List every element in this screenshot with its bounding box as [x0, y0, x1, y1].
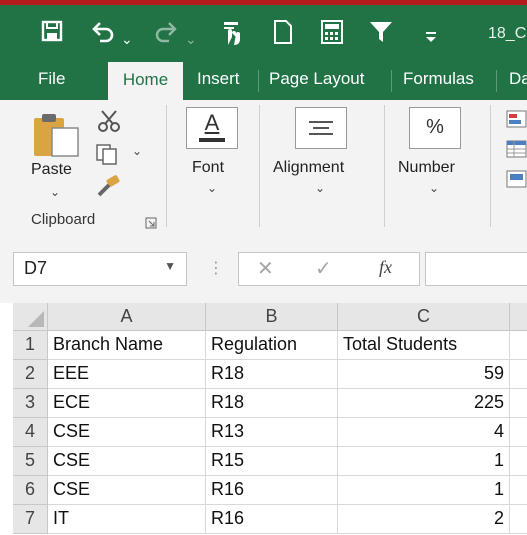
formula-input[interactable] [425, 252, 527, 286]
cell-b2[interactable]: R18 [206, 360, 338, 389]
cell-c3[interactable]: 225 [338, 389, 510, 418]
cut-icon[interactable] [96, 108, 122, 139]
quick-access-toolbar: ⌄ ⌄ 18_C [0, 5, 527, 60]
tab-data[interactable]: Da [509, 60, 527, 100]
cell-c4[interactable]: 4 [338, 418, 510, 447]
filter-icon[interactable] [368, 19, 394, 52]
cell-b7[interactable]: R16 [206, 505, 338, 534]
number-dropdown-icon[interactable]: ⌄ [429, 181, 439, 195]
cell-a4[interactable]: CSE [48, 418, 206, 447]
format-painter-icon[interactable] [95, 175, 123, 202]
name-box-value: D7 [24, 258, 48, 278]
column-header-c[interactable]: C [338, 303, 510, 331]
cell-b1[interactable]: Regulation [206, 331, 338, 360]
cell-b4[interactable]: R13 [206, 418, 338, 447]
cell-d2[interactable] [510, 360, 527, 389]
font-icon[interactable]: A [186, 107, 238, 149]
group-divider [166, 105, 167, 227]
tab-file[interactable]: File [38, 60, 65, 100]
cell-d5[interactable] [510, 447, 527, 476]
clipboard-group-label: Clipboard [31, 211, 96, 228]
cancel-entry-icon[interactable]: ✕ [257, 256, 274, 281]
calculator-icon[interactable] [320, 19, 344, 52]
group-divider [384, 105, 385, 227]
alignment-icon[interactable] [295, 107, 347, 149]
alignment-dropdown-icon[interactable]: ⌄ [315, 181, 325, 195]
cell-d6[interactable] [510, 476, 527, 505]
cell-c1[interactable]: Total Students [338, 331, 510, 360]
insert-function-icon[interactable]: fx [379, 257, 392, 278]
tab-home[interactable]: Home [108, 62, 183, 100]
tab-divider [496, 70, 497, 92]
column-header-a[interactable]: A [48, 303, 206, 331]
customize-qat-icon[interactable] [425, 25, 437, 53]
cell-styles-icon[interactable] [506, 170, 527, 193]
tab-divider [258, 70, 259, 92]
formula-buttons: ✕ ✓ fx [238, 252, 420, 286]
cell-a1[interactable]: Branch Name [48, 331, 206, 360]
cell-d1[interactable] [510, 331, 527, 360]
group-divider [490, 105, 491, 227]
paste-label[interactable]: Paste [31, 161, 72, 179]
cell-d7[interactable] [510, 505, 527, 534]
number-label[interactable]: Number [398, 159, 455, 177]
cell-c5[interactable]: 1 [338, 447, 510, 476]
format-as-table-icon[interactable] [506, 140, 527, 163]
tab-insert[interactable]: Insert [197, 60, 240, 100]
name-box[interactable]: D7 ▼ [13, 252, 187, 286]
formula-bar-grip-icon[interactable]: ⋮ [208, 258, 224, 278]
redo-icon[interactable] [153, 19, 179, 52]
row-header[interactable]: 7 [13, 505, 48, 534]
row-header[interactable]: 5 [13, 447, 48, 476]
workbook-filename: 18_C [488, 25, 527, 42]
copy-dropdown-icon[interactable]: ⌄ [132, 144, 142, 158]
redo-dropdown-icon[interactable]: ⌄ [185, 25, 197, 53]
cell-c7[interactable]: 2 [338, 505, 510, 534]
tab-page-layout[interactable]: Page Layout [269, 60, 364, 100]
cell-a3[interactable]: ECE [48, 389, 206, 418]
undo-icon[interactable] [90, 19, 116, 52]
conditional-formatting-icon[interactable] [506, 110, 527, 133]
cell-a7[interactable]: IT [48, 505, 206, 534]
alignment-label[interactable]: Alignment [273, 159, 344, 177]
tab-divider [391, 70, 392, 92]
column-header-b[interactable]: B [206, 303, 338, 331]
ribbon-home: Paste ⌄ ⌄ Clipboard A Font ⌄ Alignment ⌄… [0, 100, 527, 236]
row-header[interactable]: 6 [13, 476, 48, 505]
clipboard-launcher-icon[interactable] [145, 216, 157, 234]
paste-dropdown-icon[interactable]: ⌄ [50, 185, 60, 199]
cell-d4[interactable] [510, 418, 527, 447]
ribbon-tab-bar: File Home Insert Page Layout Formulas Da [0, 60, 527, 100]
enter-entry-icon[interactable]: ✓ [315, 256, 332, 281]
font-label[interactable]: Font [192, 159, 224, 177]
row-header[interactable]: 2 [13, 360, 48, 389]
row-header[interactable]: 1 [13, 331, 48, 360]
group-divider [259, 105, 260, 227]
paste-icon[interactable] [32, 110, 84, 163]
cell-b6[interactable]: R16 [206, 476, 338, 505]
font-dropdown-icon[interactable]: ⌄ [207, 181, 217, 195]
cell-a6[interactable]: CSE [48, 476, 206, 505]
row-header[interactable]: 4 [13, 418, 48, 447]
name-box-dropdown-icon[interactable]: ▼ [164, 259, 176, 273]
touch-mode-icon[interactable] [220, 19, 248, 54]
select-all-corner[interactable] [13, 303, 48, 331]
save-icon[interactable] [40, 19, 64, 50]
cell-d3[interactable] [510, 389, 527, 418]
cell-a2[interactable]: EEE [48, 360, 206, 389]
cell-c2[interactable]: 59 [338, 360, 510, 389]
cell-a5[interactable]: CSE [48, 447, 206, 476]
tab-formulas[interactable]: Formulas [403, 60, 474, 100]
cell-c6[interactable]: 1 [338, 476, 510, 505]
cell-b3[interactable]: R18 [206, 389, 338, 418]
undo-dropdown-icon[interactable]: ⌄ [121, 25, 133, 53]
column-header-d[interactable] [510, 303, 527, 331]
new-document-icon[interactable] [272, 19, 294, 52]
cell-b5[interactable]: R15 [206, 447, 338, 476]
copy-icon[interactable] [95, 143, 121, 170]
row-header[interactable]: 3 [13, 389, 48, 418]
number-format-icon[interactable]: % [409, 107, 461, 149]
